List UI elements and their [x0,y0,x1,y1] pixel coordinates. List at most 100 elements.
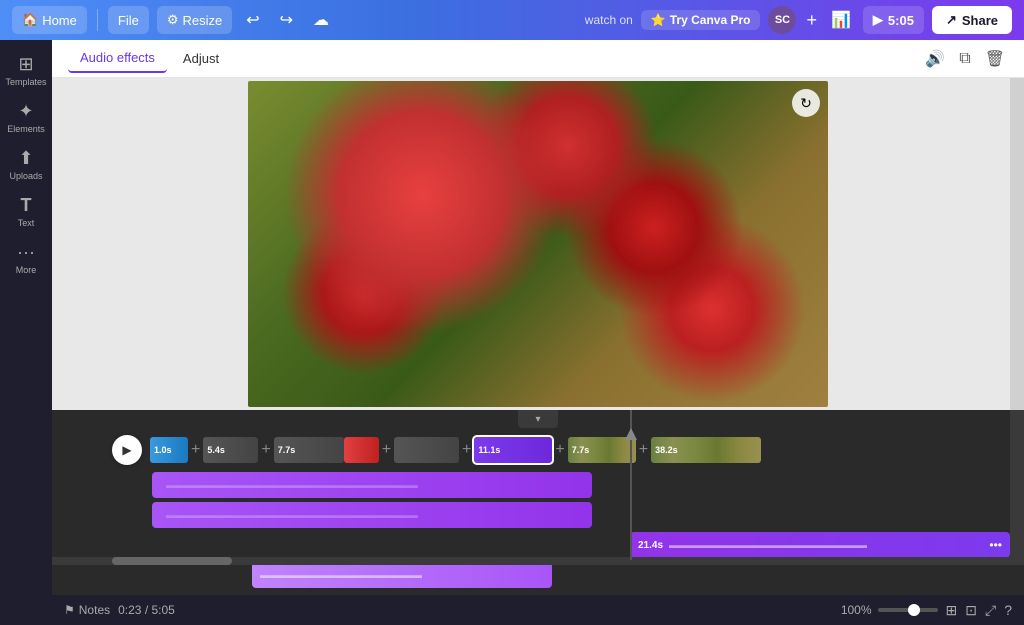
time-display: 0:23 / 5:05 [118,603,175,617]
timeline-scroll-thumb[interactable] [112,557,232,565]
help-icon[interactable]: ? [1004,602,1012,618]
text-label: Text [18,218,35,228]
zoom-thumb[interactable] [908,604,920,616]
timeline: ▾ ▶ 1.0s + 5.4s + 7.7s [52,410,1024,595]
video-frame [248,81,828,407]
add-button[interactable]: + [804,10,819,31]
clip-7-label: 7.7s [572,445,590,455]
sidebar-item-text[interactable]: T Text [3,189,49,234]
clip-2-label: 5.4s [207,445,225,455]
clip-plus-2[interactable]: + [258,441,273,459]
notes-label: Notes [79,603,110,617]
clip-6-label: 11.1s [478,445,500,455]
main-layout: ⊞ Templates ✦ Elements ⬆ Uploads T Text … [0,40,1024,625]
zoom-slider[interactable] [878,608,938,612]
audio-track-3[interactable]: 21.4s ▬▬▬▬▬▬▬▬▬▬▬▬▬▬▬▬▬▬▬▬▬▬ ••• [630,532,1010,558]
share-label: Share [962,13,998,28]
clip-plus-4[interactable]: + [459,441,474,459]
clip-strip: ▶ 1.0s + 5.4s + 7.7s + [52,428,1024,466]
canvas-scrollbar[interactable] [1010,78,1024,410]
clip-plus-5[interactable]: + [552,441,567,459]
sound-icon[interactable]: 🔊 [922,46,948,72]
clip-3-label: 7.7s [278,445,296,455]
audio-track-1[interactable]: ▬▬▬▬▬▬▬▬▬▬▬▬▬▬▬▬▬▬▬▬▬▬▬▬▬▬▬▬ [152,472,592,498]
canva-pro-button[interactable]: ⭐ Try Canva Pro [641,10,761,30]
nav-separator [97,9,98,31]
timeline-play-button[interactable]: ▶ [112,435,142,465]
templates-icon: ⊞ [18,54,33,75]
more-icon: ··· [17,242,35,263]
sidebar-item-more[interactable]: ··· More [3,236,49,281]
clip-plus-1[interactable]: + [188,441,203,459]
watch-on-label: watch on [585,13,633,27]
clip-1[interactable]: 1.0s [150,437,188,463]
clip-plus-6[interactable]: + [636,441,651,459]
time-label: 5:05 [888,13,914,28]
sidebar-item-templates[interactable]: ⊞ Templates [3,48,49,93]
canvas-area: ↻ [52,78,1024,410]
play-time-button[interactable]: ▶ 5:05 [863,6,924,34]
track-3-menu[interactable]: ••• [989,538,1002,552]
tab-adjust[interactable]: Adjust [171,45,231,72]
top-navigation: 🏠 Home File ⚙ Resize ↩ ↪ ☁ watch on ⭐ Tr… [0,0,1024,40]
clip-plus-3[interactable]: + [379,441,394,459]
expand-icon[interactable]: ⤢ [985,602,996,619]
clip-7[interactable]: 7.7s [568,437,636,463]
templates-label: Templates [5,77,46,87]
elements-icon: ✦ [18,101,33,122]
uploads-label: Uploads [9,171,42,181]
more-label: More [16,265,37,275]
timeline-scroll-horizontal[interactable] [52,557,1010,565]
video-canvas[interactable]: ↻ [248,81,828,407]
undo-button[interactable]: ↩ [240,6,265,34]
play-icon: ▶ [873,12,883,28]
resize-icon: ⚙ [167,12,179,28]
sidebar: ⊞ Templates ✦ Elements ⬆ Uploads T Text … [0,40,52,625]
waveform-2: ▬▬▬▬▬▬▬▬▬▬▬▬▬▬▬▬▬▬▬▬▬▬▬▬▬▬▬▬ [152,502,592,528]
properties-toolbar: Audio effects Adjust 🔊 ⧉ 🗑 [52,40,1024,78]
text-icon: T [21,195,32,216]
fit-to-screen-icon[interactable]: ⊡ [965,602,977,619]
timeline-collapse-button[interactable]: ▾ [518,410,558,428]
zoom-control: 100% [841,603,938,617]
avatar[interactable]: SC [768,6,796,34]
clip-8[interactable]: 38.2s [651,437,761,463]
grid-view-icon[interactable]: ⊞ [946,602,958,619]
resize-button[interactable]: ⚙ Resize [157,6,232,34]
bottom-bar: ⚑ Notes 0:23 / 5:05 100% ⊞ ⊡ ⤢ ? [52,595,1024,625]
analytics-button[interactable]: 📊 [827,6,855,34]
audio-track-4[interactable]: ▬▬▬▬▬▬▬▬▬▬▬▬▬▬▬▬▬▬ [252,562,552,588]
sidebar-item-uploads[interactable]: ⬆ Uploads [3,142,49,187]
resize-label: Resize [182,13,222,28]
toolbar-right: 🔊 ⧉ 🗑 [922,46,1008,72]
editor-area: Audio effects Adjust 🔊 ⧉ 🗑 ↻ ▾ ▶ [52,40,1024,625]
timeline-scroll-vertical[interactable] [1010,410,1024,565]
home-label: Home [42,13,77,28]
uploads-icon: ⬆ [18,148,33,169]
clip-2[interactable]: 5.4s [203,437,258,463]
file-label: File [118,13,139,28]
clip-5[interactable] [394,437,459,463]
tab-audio-effects[interactable]: Audio effects [68,44,167,73]
clip-4[interactable] [344,437,379,463]
cloud-save-button[interactable]: ☁ [307,6,335,34]
flag-icon: ⚑ [64,603,75,617]
refresh-button[interactable]: ↻ [792,89,820,117]
share-icon: ↗ [946,12,957,28]
audio-track-2[interactable]: ▬▬▬▬▬▬▬▬▬▬▬▬▬▬▬▬▬▬▬▬▬▬▬▬▬▬▬▬ [152,502,592,528]
waveform-1: ▬▬▬▬▬▬▬▬▬▬▬▬▬▬▬▬▬▬▬▬▬▬▬▬▬▬▬▬ [152,472,592,498]
clip-3[interactable]: 7.7s [274,437,344,463]
sidebar-item-elements[interactable]: ✦ Elements [3,95,49,140]
home-button[interactable]: 🏠 Home [12,6,87,34]
clip-8-label: 38.2s [655,445,678,455]
share-button[interactable]: ↗ Share [932,6,1012,34]
zoom-percent: 100% [841,603,872,617]
file-button[interactable]: File [108,6,149,34]
copy-icon[interactable]: ⧉ [956,47,973,71]
notes-button[interactable]: ⚑ Notes [64,603,110,617]
clip-6[interactable]: 11.1s [474,437,552,463]
trash-icon[interactable]: 🗑 [982,46,1008,72]
star-icon: ⭐ [651,13,666,27]
redo-button[interactable]: ↪ [274,6,299,34]
playhead[interactable] [630,410,632,560]
